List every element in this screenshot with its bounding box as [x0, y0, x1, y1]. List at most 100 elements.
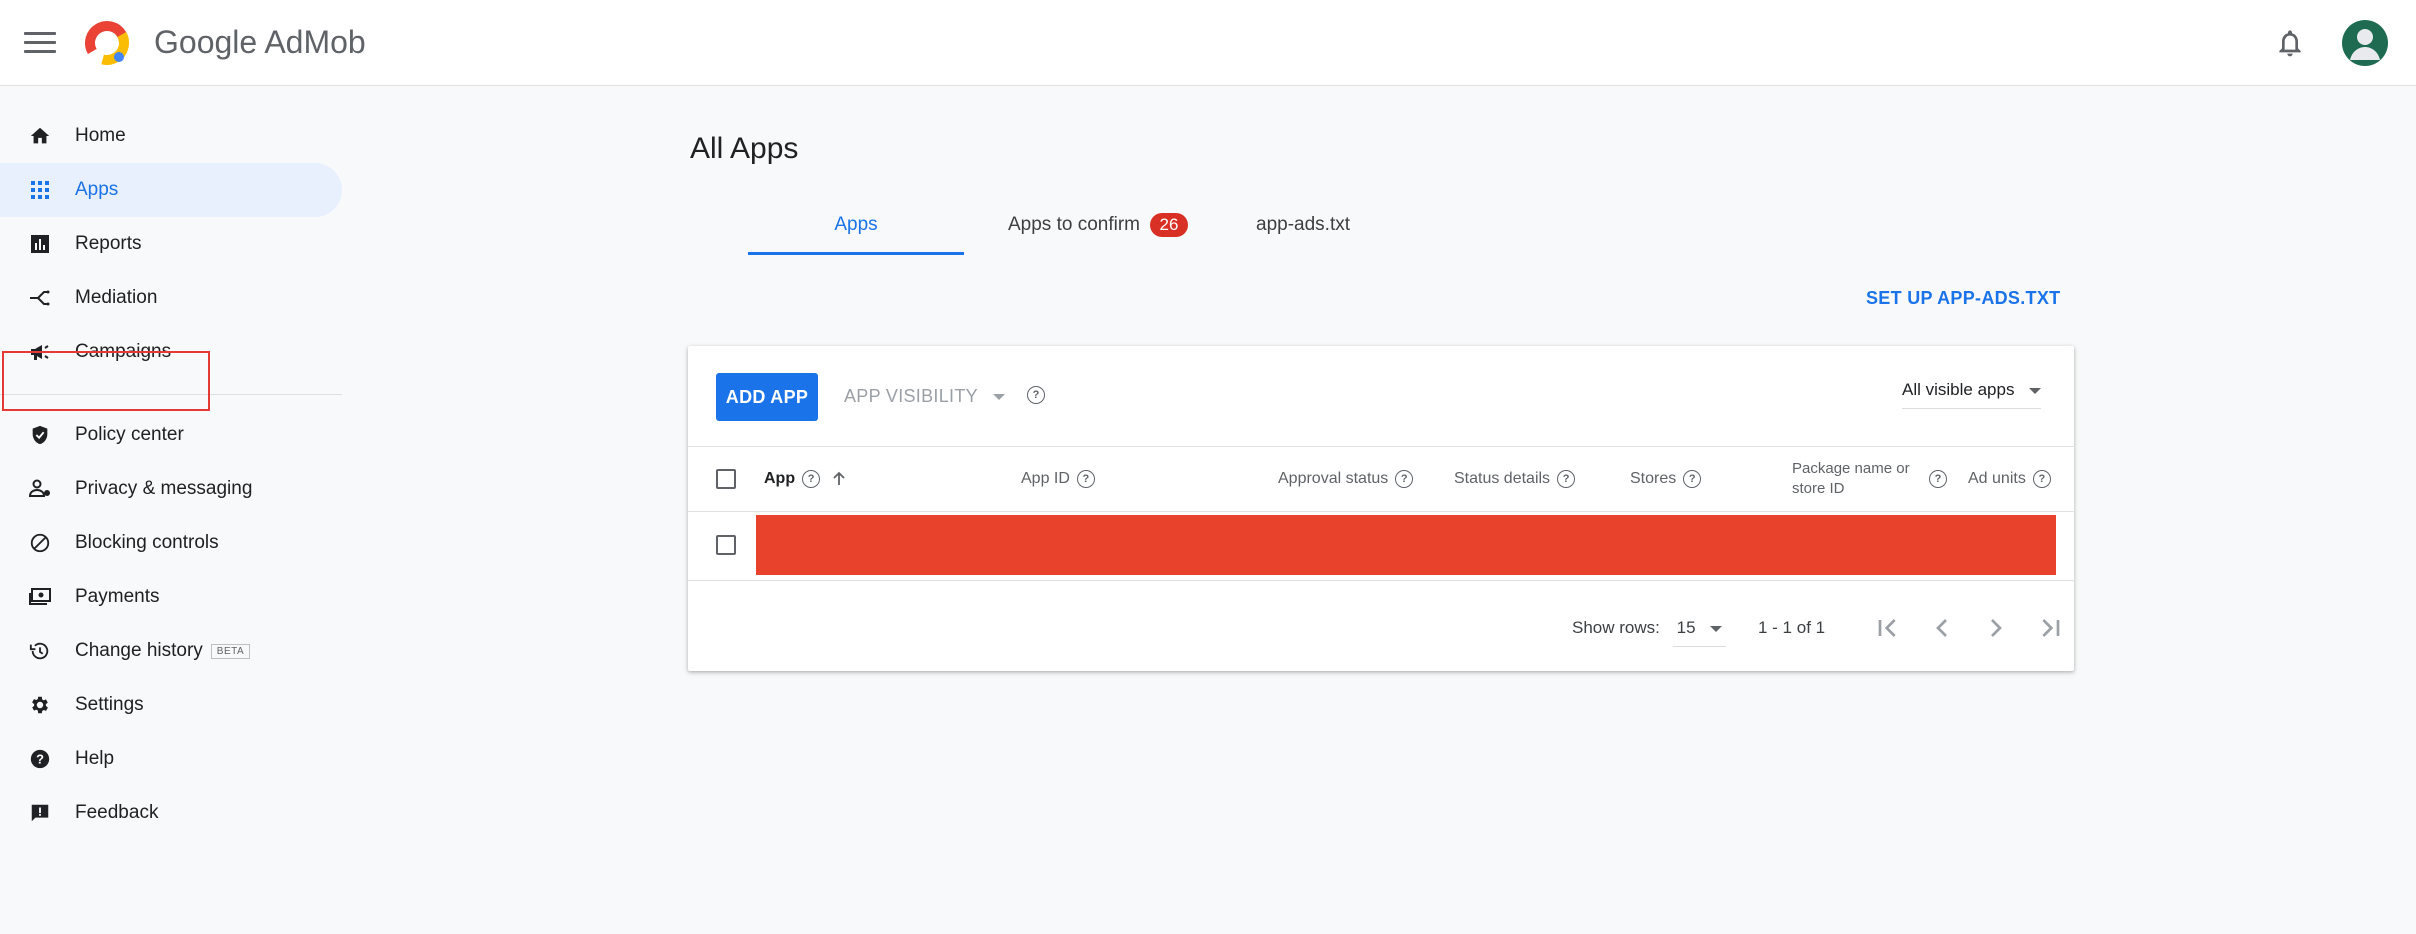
first-page-icon[interactable] — [1872, 612, 1904, 644]
sidebar-item-privacy-messaging[interactable]: Privacy & messaging — [0, 462, 342, 516]
person-icon — [2350, 29, 2380, 60]
bar-chart-icon — [28, 232, 52, 256]
sidebar-item-blocking-controls[interactable]: Blocking controls — [0, 516, 342, 570]
sidebar-item-settings[interactable]: Settings — [0, 678, 342, 732]
column-label: Status details — [1454, 470, 1551, 487]
table-header: App ? App ID ? Approval status ? Status … — [688, 446, 2074, 512]
dropdown-caret-icon — [2029, 387, 2042, 394]
gear-icon — [28, 693, 52, 717]
sidebar-item-label: Blocking controls — [75, 532, 219, 553]
svg-text:?: ? — [36, 752, 44, 767]
apps-table-card: ADD APP APP VISIBILITY ? All visible app… — [688, 346, 2074, 671]
select-all-checkbox[interactable] — [716, 469, 736, 489]
dropdown-caret-icon — [1710, 625, 1723, 632]
add-app-button[interactable]: ADD APP — [716, 373, 818, 421]
column-header-ad-units: Ad units ? — [1968, 447, 2051, 511]
help-icon[interactable]: ? — [1557, 470, 1576, 488]
row-checkbox[interactable] — [716, 535, 736, 555]
rows-per-page-select[interactable]: 15 — [1672, 618, 1727, 647]
active-tab-indicator — [748, 252, 964, 255]
sidebar-item-apps[interactable]: Apps — [0, 163, 342, 217]
mediation-icon — [28, 286, 52, 310]
history-icon — [28, 639, 52, 663]
help-circle-icon: ? — [28, 747, 52, 771]
help-icon[interactable]: ? — [1929, 470, 1947, 488]
column-label: Ad units — [1968, 470, 2026, 487]
next-page-icon[interactable] — [1980, 612, 2012, 644]
highlight-annotation-box — [2, 351, 210, 411]
person-settings-icon — [28, 477, 52, 501]
sidebar-item-label: Mediation — [75, 287, 158, 308]
payments-icon — [28, 585, 52, 609]
tab-app-ads-txt[interactable]: app-ads.txt — [1228, 196, 1378, 254]
tab-label: Apps to confirm — [1008, 214, 1140, 235]
column-header-app[interactable]: App ? — [764, 447, 848, 511]
filter-value: All visible apps — [1902, 380, 2015, 399]
column-header-approval-status: Approval status ? — [1278, 447, 1414, 511]
sidebar-item-label: Reports — [75, 233, 142, 254]
visibility-filter-select[interactable]: All visible apps — [1902, 380, 2042, 409]
feedback-icon — [28, 801, 52, 825]
dropdown-caret-icon — [992, 394, 1005, 401]
sidebar-item-label: Help — [75, 748, 115, 769]
table-row[interactable] — [688, 510, 2074, 581]
help-icon[interactable]: ? — [802, 470, 821, 488]
sidebar-item-mediation[interactable]: Mediation — [0, 271, 342, 325]
sidebar-item-label: Payments — [75, 586, 160, 607]
tab-apps-to-confirm[interactable]: Apps to confirm 26 — [998, 196, 1198, 254]
column-label: App ID — [1021, 470, 1070, 487]
admob-logo — [85, 21, 129, 65]
sort-ascending-icon[interactable] — [830, 470, 848, 488]
sidebar-item-label: Change history — [75, 640, 203, 661]
tab-label: app-ads.txt — [1256, 214, 1350, 235]
count-badge: 26 — [1150, 213, 1188, 237]
bell-icon[interactable] — [2274, 26, 2306, 60]
sidebar-item-reports[interactable]: Reports — [0, 217, 342, 271]
pagination-range: 1 - 1 of 1 — [1758, 618, 1826, 637]
previous-page-icon[interactable] — [1926, 612, 1958, 644]
apps-grid-icon — [28, 178, 52, 202]
sidebar-item-label: Settings — [75, 694, 144, 715]
sidebar-item-label: Feedback — [75, 802, 159, 823]
sidebar-item-label: Home — [75, 125, 126, 146]
sidebar-item-help[interactable]: ? Help — [0, 732, 342, 786]
brand-product: AdMob — [264, 24, 366, 60]
sidebar-item-payments[interactable]: Payments — [0, 570, 342, 624]
tab-label: Apps — [834, 214, 878, 235]
column-header-stores: Stores ? — [1630, 447, 1702, 511]
column-header-package-name: Package name or store ID ? — [1792, 447, 1947, 511]
column-label: Stores — [1630, 470, 1677, 487]
block-icon — [28, 531, 52, 555]
help-icon[interactable]: ? — [1076, 470, 1095, 488]
help-icon[interactable]: ? — [1395, 470, 1414, 488]
dropdown-label: APP VISIBILITY — [844, 386, 978, 406]
app-visibility-dropdown[interactable]: APP VISIBILITY — [844, 386, 1005, 407]
column-header-status-details: Status details ? — [1454, 447, 1576, 511]
menu-icon[interactable] — [24, 28, 56, 56]
tab-apps[interactable]: Apps — [748, 196, 964, 254]
sidebar-item-label: Privacy & messaging — [75, 478, 253, 499]
sidebar-nav: Home Apps Reports Mediation Campaigns Po… — [0, 86, 345, 934]
help-icon[interactable]: ? — [2032, 470, 2051, 488]
column-header-app-id: App ID ? — [1021, 447, 1095, 511]
sidebar-item-label: Policy center — [75, 424, 184, 445]
help-icon[interactable]: ? — [1027, 386, 1045, 404]
column-label: App — [764, 470, 796, 487]
beta-badge: BETA — [210, 643, 251, 659]
account-avatar[interactable] — [2342, 20, 2388, 66]
setup-app-ads-txt-link[interactable]: SET UP APP-ADS.TXT — [1866, 288, 2060, 309]
last-page-icon[interactable] — [2034, 612, 2066, 644]
shield-icon — [28, 423, 52, 447]
sidebar-item-policy-center[interactable]: Policy center — [0, 408, 342, 462]
redacted-row-content — [756, 515, 2056, 575]
sidebar-item-change-history[interactable]: Change history BETA — [0, 624, 342, 678]
sidebar-item-home[interactable]: Home — [0, 109, 342, 163]
sidebar-item-label: Apps — [75, 179, 119, 200]
table-pagination: Show rows: 15 1 - 1 of 1 — [688, 580, 2074, 671]
rows-per-page: Show rows: 15 — [1572, 618, 1727, 647]
help-icon[interactable]: ? — [1683, 470, 1702, 488]
top-app-bar: Google AdMob — [0, 0, 2416, 86]
sidebar-item-feedback[interactable]: Feedback — [0, 786, 342, 840]
rows-value: 15 — [1676, 618, 1696, 637]
brand-name: Google AdMob — [154, 24, 366, 61]
